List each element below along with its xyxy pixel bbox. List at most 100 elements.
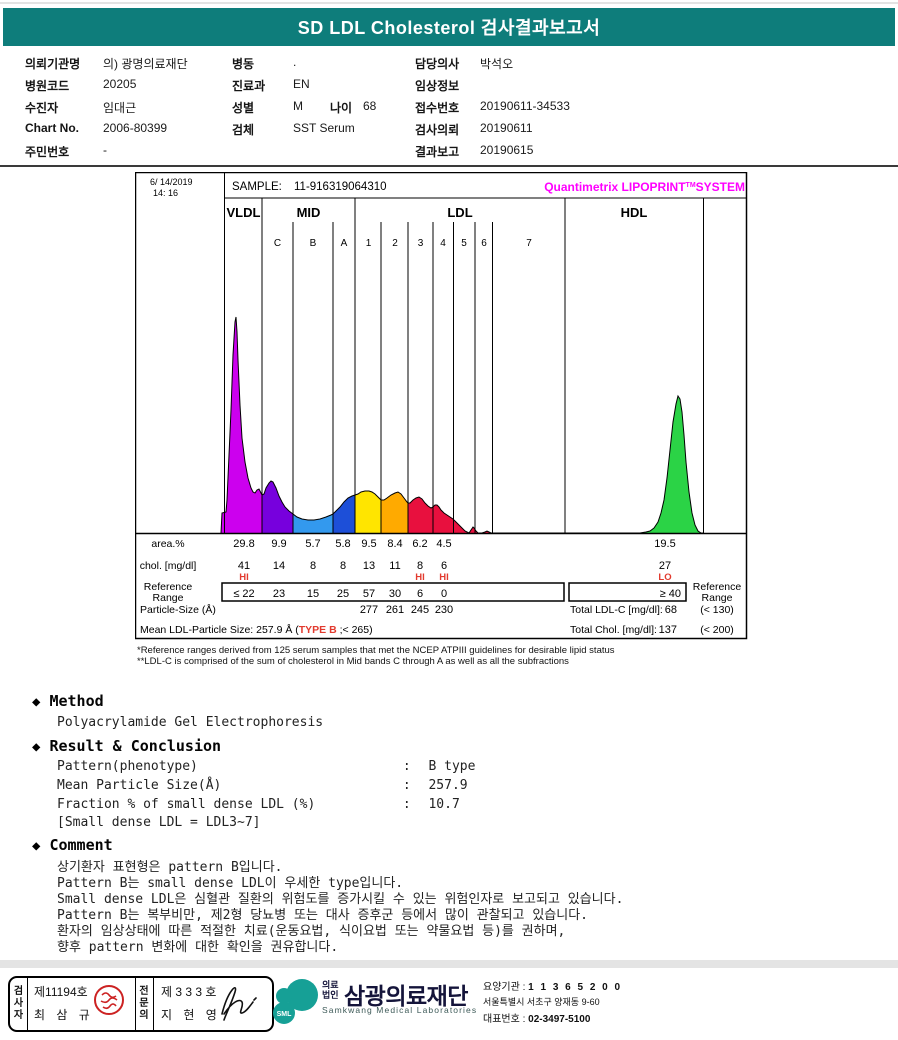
row-label-chol: chol. [mg/dl] xyxy=(140,560,197,572)
sample-label: SAMPLE: xyxy=(232,181,282,193)
subfraction-label: 2 xyxy=(392,238,398,249)
area-value: 4.5 xyxy=(436,538,451,550)
field-label: 임상정보 xyxy=(415,79,460,93)
specialist-role-cell: 전 문 의 xyxy=(135,978,153,1030)
ref-value: 6 xyxy=(417,588,423,600)
certification-stamp-box: 검 사 자 제11194호 최 삼 규 전 문 의 제 3 3 3 호 지 현 … xyxy=(8,976,274,1032)
field-label: 검체 xyxy=(232,123,255,137)
area-value: 29.8 xyxy=(233,538,254,550)
comment-heading: ◆ Comment xyxy=(32,836,113,854)
role-char: 검 xyxy=(13,986,24,997)
result-colon: : xyxy=(402,778,411,793)
info-value: 02-3497-5100 xyxy=(528,1014,591,1025)
examiner-role-cell: 검 사 자 xyxy=(10,978,27,1030)
result-value: 257.9 xyxy=(428,778,468,793)
diamond-bullet-icon: ◆ xyxy=(32,739,41,755)
ref-value: 30 xyxy=(389,588,401,600)
org-prefix-line: 법인 xyxy=(322,990,339,1000)
particle-size-value: 230 xyxy=(435,604,453,616)
result-note: [Small dense LDL = LDL3~7] xyxy=(57,815,261,830)
result-heading-text: Result & Conclusion xyxy=(49,737,222,755)
signature xyxy=(221,987,257,1021)
sample-value: 11-916319064310 xyxy=(294,181,387,193)
field-value: 20190615 xyxy=(480,143,534,157)
role-char: 전 xyxy=(139,986,149,997)
trace-fill xyxy=(262,481,293,534)
comment-line: 향후 pattern 변화에 대한 확인을 권유합니다. xyxy=(57,940,339,955)
total-label: Total LDL-C [mg/dl]: xyxy=(570,604,663,616)
field-label: 결과보고 xyxy=(415,145,460,159)
area-value: 5.7 xyxy=(305,538,320,550)
brand-title: Quantimetrix LIPOPRINTTMSYSTEM xyxy=(544,180,745,194)
area-value: 19.5 xyxy=(654,538,675,550)
field-label: 의뢰기관명 xyxy=(25,57,81,71)
result-label: Mean Particle Size(Å) xyxy=(57,778,222,793)
chol-value: 8 xyxy=(340,560,346,572)
field-value: . xyxy=(293,55,297,69)
area-value: 9.9 xyxy=(271,538,286,550)
org-prefix-line: 의료 xyxy=(322,980,339,990)
flag-value: HI xyxy=(239,572,249,583)
role-char: 문 xyxy=(139,998,149,1009)
subfraction-label: C xyxy=(274,238,281,249)
field-value: 박석오 xyxy=(480,57,514,71)
org-name-en: Samkwang Medical Laboratories xyxy=(322,1005,478,1015)
field-label: 나이 xyxy=(330,101,353,115)
chol-value: 41 xyxy=(238,560,250,572)
examiner-name: 최 삼 규 xyxy=(34,1008,94,1022)
region-label: MID xyxy=(297,205,321,220)
flag-value: HI xyxy=(439,572,449,583)
chol-value: 14 xyxy=(273,560,285,572)
field-label: 접수번호 xyxy=(415,101,460,115)
field-label: 수진자 xyxy=(25,101,59,115)
trace-fill xyxy=(355,491,381,534)
field-label: 병동 xyxy=(232,57,255,71)
total-ref: (< 130) xyxy=(700,604,734,616)
total-value: 137 xyxy=(659,624,677,636)
org-prefix: 의료 법인 xyxy=(322,980,339,1000)
ref-value: 57 xyxy=(363,588,375,600)
section-divider xyxy=(0,165,898,167)
field-value: 임대근 xyxy=(103,101,137,115)
field-value: 의) 광명의료재단 xyxy=(103,57,188,71)
field-value: 68 xyxy=(363,99,377,113)
row-label-area: area.% xyxy=(151,538,184,550)
particle-size-value: 277 xyxy=(360,604,378,616)
chol-value: 8 xyxy=(310,560,316,572)
row-label-particle: Particle-Size (Å) xyxy=(140,603,216,616)
flag-value: LO xyxy=(658,572,671,583)
chol-value: 27 xyxy=(659,560,671,572)
field-value: - xyxy=(103,143,107,157)
ref-value: 15 xyxy=(307,588,319,600)
flag-value: HI xyxy=(415,572,425,583)
subfraction-label: 6 xyxy=(481,238,487,249)
result-row: Mean Particle Size(Å) : 257.9 xyxy=(57,778,468,793)
region-label: HDL xyxy=(621,205,648,220)
method-body: Polyacrylamide Gel Electrophoresis xyxy=(57,715,324,730)
role-char: 사 xyxy=(13,998,24,1009)
field-value: M xyxy=(293,99,303,113)
ref-value: 25 xyxy=(337,588,349,600)
subfraction-label: 5 xyxy=(461,238,467,249)
subfraction-label: 7 xyxy=(526,238,532,249)
region-label: VLDL xyxy=(227,205,261,220)
field-value: SST Serum xyxy=(293,121,355,135)
subfraction-label: 4 xyxy=(440,238,446,249)
field-label: 진료과 xyxy=(232,79,266,93)
field-value: 2006-80399 xyxy=(103,121,168,135)
chart-footnote: **LDL-C is comprised of the sum of chole… xyxy=(137,656,569,667)
chol-value: 11 xyxy=(389,560,400,572)
subfraction-label: 1 xyxy=(366,238,372,249)
field-value: 20205 xyxy=(103,77,137,91)
info-value: 1 1 3 6 5 2 0 0 xyxy=(528,982,623,993)
lipoprint-chart: 6/ 14/201914: 16 SAMPLE: 11-916319064310 Qu… xyxy=(135,172,748,640)
area-value: 6.2 xyxy=(412,538,427,550)
ref-value: 23 xyxy=(273,588,285,600)
org-info-line: 요양기관 : 1 1 3 6 5 2 0 0 xyxy=(483,978,622,993)
footer-divider xyxy=(0,960,898,968)
subfraction-label: 3 xyxy=(418,238,424,249)
area-value: 8.4 xyxy=(387,538,402,550)
mean-size-line: Mean LDL-Particle Size: 257.9 Å (TYPE B … xyxy=(140,623,373,636)
chart-footnote: *Reference ranges derived from 125 serum… xyxy=(137,645,615,656)
comment-heading-text: Comment xyxy=(49,836,113,854)
